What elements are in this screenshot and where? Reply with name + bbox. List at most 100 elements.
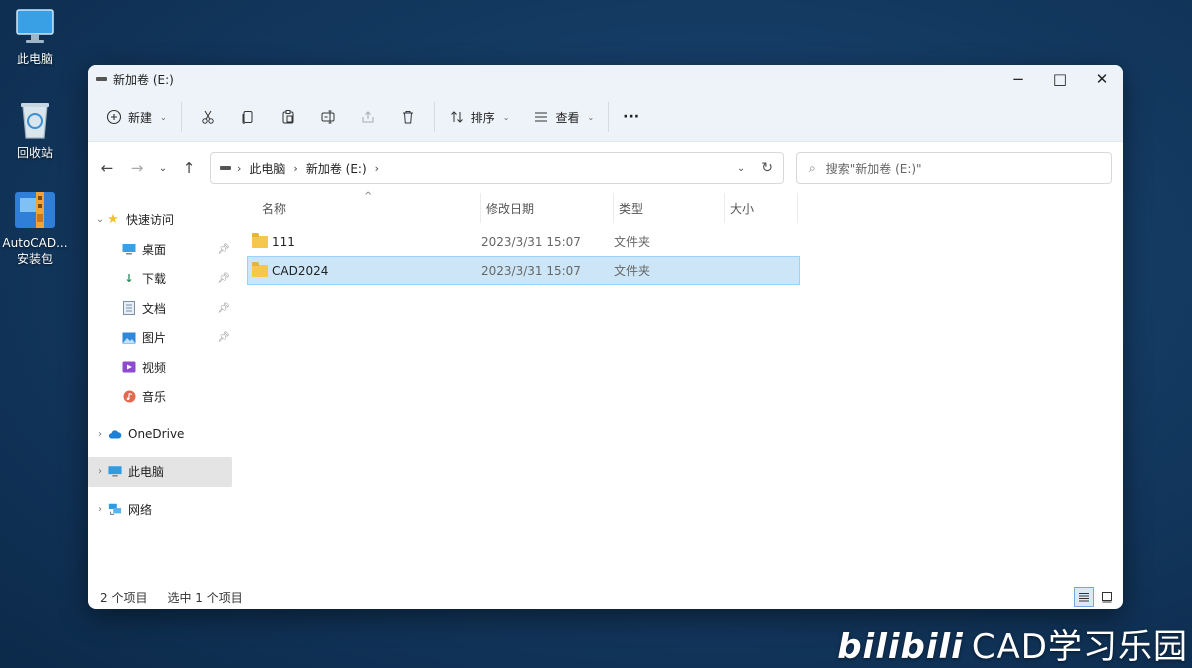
sidebar-item-label: 快速访问: [126, 213, 175, 228]
desktop-icon-autocad-package[interactable]: AutoCAD... 安装包: [0, 188, 70, 267]
table-row[interactable]: 111 2023/3/31 15:07 文件夹: [247, 227, 800, 256]
tiles-view-icon: [1102, 592, 1112, 603]
tiles-view-button[interactable]: [1097, 587, 1117, 607]
pin-icon[interactable]: 📌︎: [217, 244, 230, 255]
sidebar-item-label: 文档: [142, 301, 167, 316]
main-area: ⌄ ★ 快速访问 桌面 📌︎ ↓ 下载 📌︎ 文档 📌︎ 图片 📌︎ 视频 音乐…: [88, 191, 1123, 585]
pin-icon[interactable]: 📌︎: [217, 303, 230, 314]
chevron-right-icon[interactable]: ›: [94, 466, 106, 477]
recent-locations-button[interactable]: ⌄: [152, 163, 174, 174]
toolbar-divider: [608, 102, 610, 132]
watermark-text: CAD学习乐园: [971, 627, 1188, 667]
sidebar-item-pictures[interactable]: 图片 📌︎: [88, 323, 238, 353]
forward-button[interactable]: →: [122, 159, 152, 177]
sidebar-item-label: 音乐: [142, 390, 167, 405]
item-count: 2 个项目: [100, 590, 148, 605]
search-placeholder: 搜索"新加卷 (E:)": [825, 161, 922, 176]
desktop-icon-recycle-bin[interactable]: 回收站: [0, 98, 70, 161]
maximize-button[interactable]: □: [1039, 65, 1081, 93]
sidebar-item-onedrive[interactable]: › OneDrive: [88, 420, 238, 450]
sidebar-item-documents[interactable]: 文档 📌︎: [88, 294, 238, 324]
music-icon: [122, 390, 136, 404]
monitor-icon: [108, 465, 122, 479]
toolbar-divider: [433, 102, 435, 132]
sort-label: 排序: [470, 110, 495, 125]
desktop-icon-this-pc[interactable]: 此电脑: [0, 8, 70, 67]
archive-icon: [15, 192, 55, 228]
minimize-button[interactable]: −: [997, 65, 1039, 93]
breadcrumb-this-pc[interactable]: 此电脑: [249, 160, 285, 177]
toolbar-divider: [180, 102, 182, 132]
view-button[interactable]: 查看 ⌄: [525, 101, 602, 133]
download-icon: ↓: [124, 272, 134, 286]
details-view-icon: [1079, 593, 1089, 602]
sidebar-item-desktop[interactable]: 桌面 📌︎: [88, 235, 238, 265]
chevron-right-icon[interactable]: ›: [375, 162, 379, 175]
share-button[interactable]: [348, 101, 388, 133]
chevron-right-icon: ›: [293, 161, 298, 175]
cloud-icon: [108, 427, 122, 441]
watermark: bilibili CAD学习乐园: [837, 619, 1188, 668]
document-icon: [122, 301, 136, 316]
paste-button[interactable]: [268, 101, 308, 133]
sidebar-item-music[interactable]: 音乐: [88, 382, 238, 412]
plus-circle-icon: [106, 109, 122, 125]
new-label: 新建: [128, 110, 153, 125]
sidebar-item-downloads[interactable]: ↓ 下载 📌︎: [88, 264, 238, 294]
column-header-type[interactable]: 类型: [614, 193, 725, 223]
more-options-button[interactable]: ···: [615, 101, 647, 133]
chevron-down-icon[interactable]: ⌄: [94, 214, 106, 225]
chevron-down-icon: ⌄: [160, 112, 167, 122]
file-type: 文件夹: [614, 235, 651, 249]
rename-icon: [321, 110, 335, 124]
close-button[interactable]: ✕: [1081, 65, 1123, 93]
file-name: 111: [272, 234, 295, 249]
trash-icon: [402, 111, 413, 124]
copy-button[interactable]: [228, 101, 268, 133]
star-icon: ★: [107, 212, 119, 228]
navigation-pane: ⌄ ★ 快速访问 桌面 📌︎ ↓ 下载 📌︎ 文档 📌︎ 图片 📌︎ 视频 音乐…: [88, 193, 238, 585]
chevron-right-icon[interactable]: ›: [94, 504, 106, 515]
sidebar-item-this-pc[interactable]: › 此电脑: [88, 457, 232, 487]
chevron-down-icon: ⌄: [587, 112, 595, 122]
rename-button[interactable]: [308, 101, 348, 133]
picture-icon: [122, 331, 136, 345]
view-label: 查看: [555, 110, 580, 125]
more-icon: ···: [623, 109, 640, 125]
table-row-selected[interactable]: CAD2024 2023/3/31 15:07 文件夹: [247, 256, 800, 285]
sidebar-item-network[interactable]: › 网络: [88, 495, 238, 525]
title-bar[interactable]: 新加卷 (E:) − □ ✕: [88, 65, 1123, 93]
sort-button[interactable]: 排序 ⌄: [441, 101, 518, 133]
address-dropdown-icon[interactable]: ⌄: [737, 163, 745, 174]
cut-button[interactable]: [188, 101, 228, 133]
status-bar: 2 个项目 选中 1 个项目: [88, 585, 1123, 609]
refresh-icon[interactable]: ↻: [761, 160, 773, 176]
up-button[interactable]: ↑: [174, 159, 204, 177]
network-icon: [108, 502, 122, 516]
sidebar-item-label: 此电脑: [128, 465, 165, 480]
breadcrumb-drive-e[interactable]: 新加卷 (E:): [306, 160, 367, 177]
pin-icon[interactable]: 📌︎: [217, 273, 230, 284]
window-title: 新加卷 (E:): [113, 72, 174, 87]
file-modified: 2023/3/31 15:07: [481, 263, 581, 278]
desktop-icon-label: AutoCAD...: [2, 236, 68, 250]
new-button[interactable]: 新建 ⌄: [98, 101, 175, 133]
scissors-icon: [202, 110, 214, 124]
search-box[interactable]: ⌕ 搜索"新加卷 (E:)": [796, 152, 1112, 184]
sidebar-item-label: OneDrive: [128, 427, 185, 442]
column-header-size[interactable]: 大小: [725, 193, 798, 223]
pin-icon[interactable]: 📌︎: [217, 332, 230, 343]
chevron-right-icon: ›: [237, 161, 242, 175]
details-view-button[interactable]: [1074, 587, 1094, 607]
sidebar-item-videos[interactable]: 视频: [88, 353, 238, 383]
chevron-right-icon[interactable]: ›: [94, 429, 106, 440]
sort-ascending-icon: ^: [364, 191, 373, 202]
sidebar-item-label: 网络: [128, 502, 153, 517]
clipboard-icon: [282, 110, 294, 124]
back-button[interactable]: ←: [92, 159, 122, 177]
address-bar[interactable]: › 此电脑 › 新加卷 (E:) › ⌄ ↻: [210, 152, 784, 184]
column-header-modified[interactable]: 修改日期: [481, 193, 614, 223]
delete-button[interactable]: [388, 101, 428, 133]
sidebar-item-quick-access[interactable]: ⌄ ★ 快速访问: [88, 205, 238, 235]
address-row: ← → ⌄ ↑ › 此电脑 › 新加卷 (E:) › ⌄ ↻ ⌕ 搜索"新加卷 …: [88, 142, 1123, 194]
